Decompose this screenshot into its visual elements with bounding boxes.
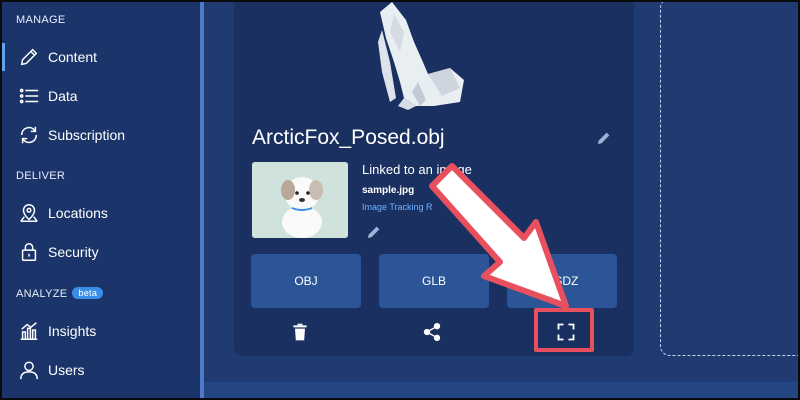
fullscreen-highlight-box xyxy=(534,308,594,352)
sidebar-item-insights[interactable]: Insights xyxy=(2,313,200,349)
content-card: ArcticFox_Posed.obj Linked to an image s… xyxy=(234,2,634,356)
lock-icon xyxy=(21,243,37,261)
footer-strip xyxy=(204,382,798,398)
refresh-icon xyxy=(20,126,38,144)
empty-drop-panel[interactable] xyxy=(660,2,798,356)
sidebar-item-security[interactable]: Security xyxy=(2,234,200,270)
sidebar-item-label: Subscription xyxy=(48,127,126,143)
user-icon xyxy=(20,361,38,380)
map-pin-icon xyxy=(20,204,38,222)
section-label-analyze: ANALYZE beta xyxy=(16,287,104,300)
linked-tracking-type[interactable]: Image Tracking R xyxy=(362,202,433,212)
sidebar-item-data[interactable]: Data xyxy=(2,78,200,114)
3d-model-preview[interactable] xyxy=(364,2,484,112)
sidebar-item-label: Insights xyxy=(48,323,97,339)
beta-badge: beta xyxy=(72,287,104,299)
section-label-analyze-text: ANALYZE xyxy=(16,288,68,300)
sidebar-item-label: Users xyxy=(48,362,85,378)
share-icon[interactable] xyxy=(422,322,442,342)
section-label-manage: MANAGE xyxy=(16,14,66,26)
sidebar-item-content[interactable]: Content xyxy=(2,39,200,75)
edit-name-pencil-icon[interactable] xyxy=(596,130,612,146)
edit-link-pencil-icon[interactable] xyxy=(366,224,382,240)
sidebar-item-users[interactable]: Users xyxy=(2,352,200,388)
section-label-deliver: DELIVER xyxy=(16,170,66,182)
linked-image-thumbnail xyxy=(252,162,348,238)
pencil-icon xyxy=(20,48,38,66)
app-window: MANAGE Content Data Subscription DELIVER xyxy=(2,2,798,398)
sidebar-item-label: Security xyxy=(48,244,99,260)
list-icon xyxy=(19,88,39,104)
usdz-format-button[interactable]: USDZ xyxy=(507,254,617,308)
sidebar-item-label: Content xyxy=(48,49,98,65)
obj-format-button[interactable]: OBJ xyxy=(251,254,361,308)
sidebar-item-label: Data xyxy=(48,88,78,104)
sidebar-divider xyxy=(200,2,204,398)
bar-chart-icon xyxy=(20,322,38,340)
dog-thumbnail-image xyxy=(252,162,348,238)
sidebar-item-label: Locations xyxy=(48,205,108,221)
sidebar-item-subscription[interactable]: Subscription xyxy=(2,117,200,153)
sidebar: MANAGE Content Data Subscription DELIVER xyxy=(2,2,200,398)
model-name: ArcticFox_Posed.obj xyxy=(252,126,445,149)
sidebar-item-locations[interactable]: Locations xyxy=(2,195,200,231)
linked-file-name: sample.jpg xyxy=(362,185,415,196)
linked-title: Linked to an image xyxy=(362,162,472,177)
trash-icon[interactable] xyxy=(290,322,310,342)
glb-format-button[interactable]: GLB xyxy=(379,254,489,308)
